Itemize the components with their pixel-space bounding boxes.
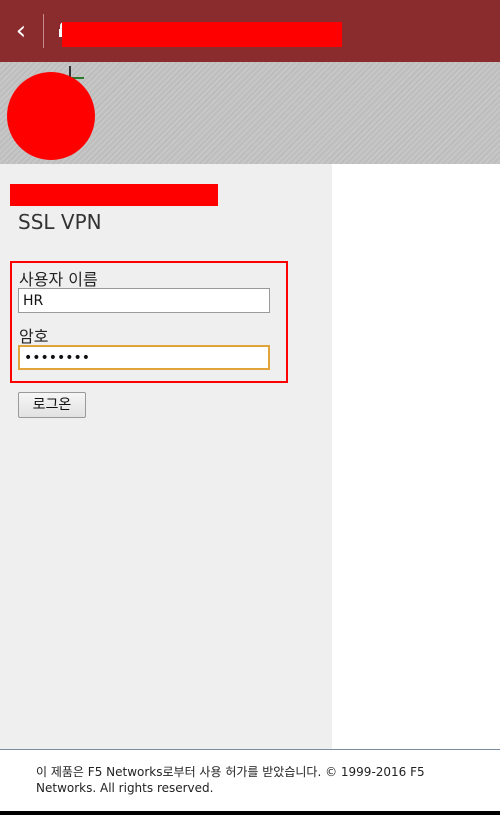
redacted-url-title: [62, 22, 342, 47]
username-label: 사용자 이름: [19, 270, 98, 289]
redacted-heading: [10, 184, 218, 206]
side-panel: [332, 164, 500, 749]
top-app-bar: ‹: [0, 0, 500, 62]
password-field[interactable]: [18, 345, 270, 370]
login-panel: [0, 164, 332, 749]
footer-divider: [0, 749, 500, 750]
password-label: 암호: [19, 327, 49, 346]
bottom-edge: [0, 811, 500, 815]
toolbar-divider: [43, 14, 44, 48]
chevron-left-icon: ‹: [15, 16, 27, 46]
page-title: SSL VPN: [18, 210, 102, 234]
back-button[interactable]: ‹: [8, 14, 34, 48]
redacted-logo: [7, 72, 95, 160]
logon-button[interactable]: 로그온: [18, 392, 86, 418]
footer-copyright: 이 제품은 F5 Networks로부터 사용 허가를 받았습니다. © 199…: [36, 765, 425, 795]
username-field[interactable]: [18, 288, 270, 313]
